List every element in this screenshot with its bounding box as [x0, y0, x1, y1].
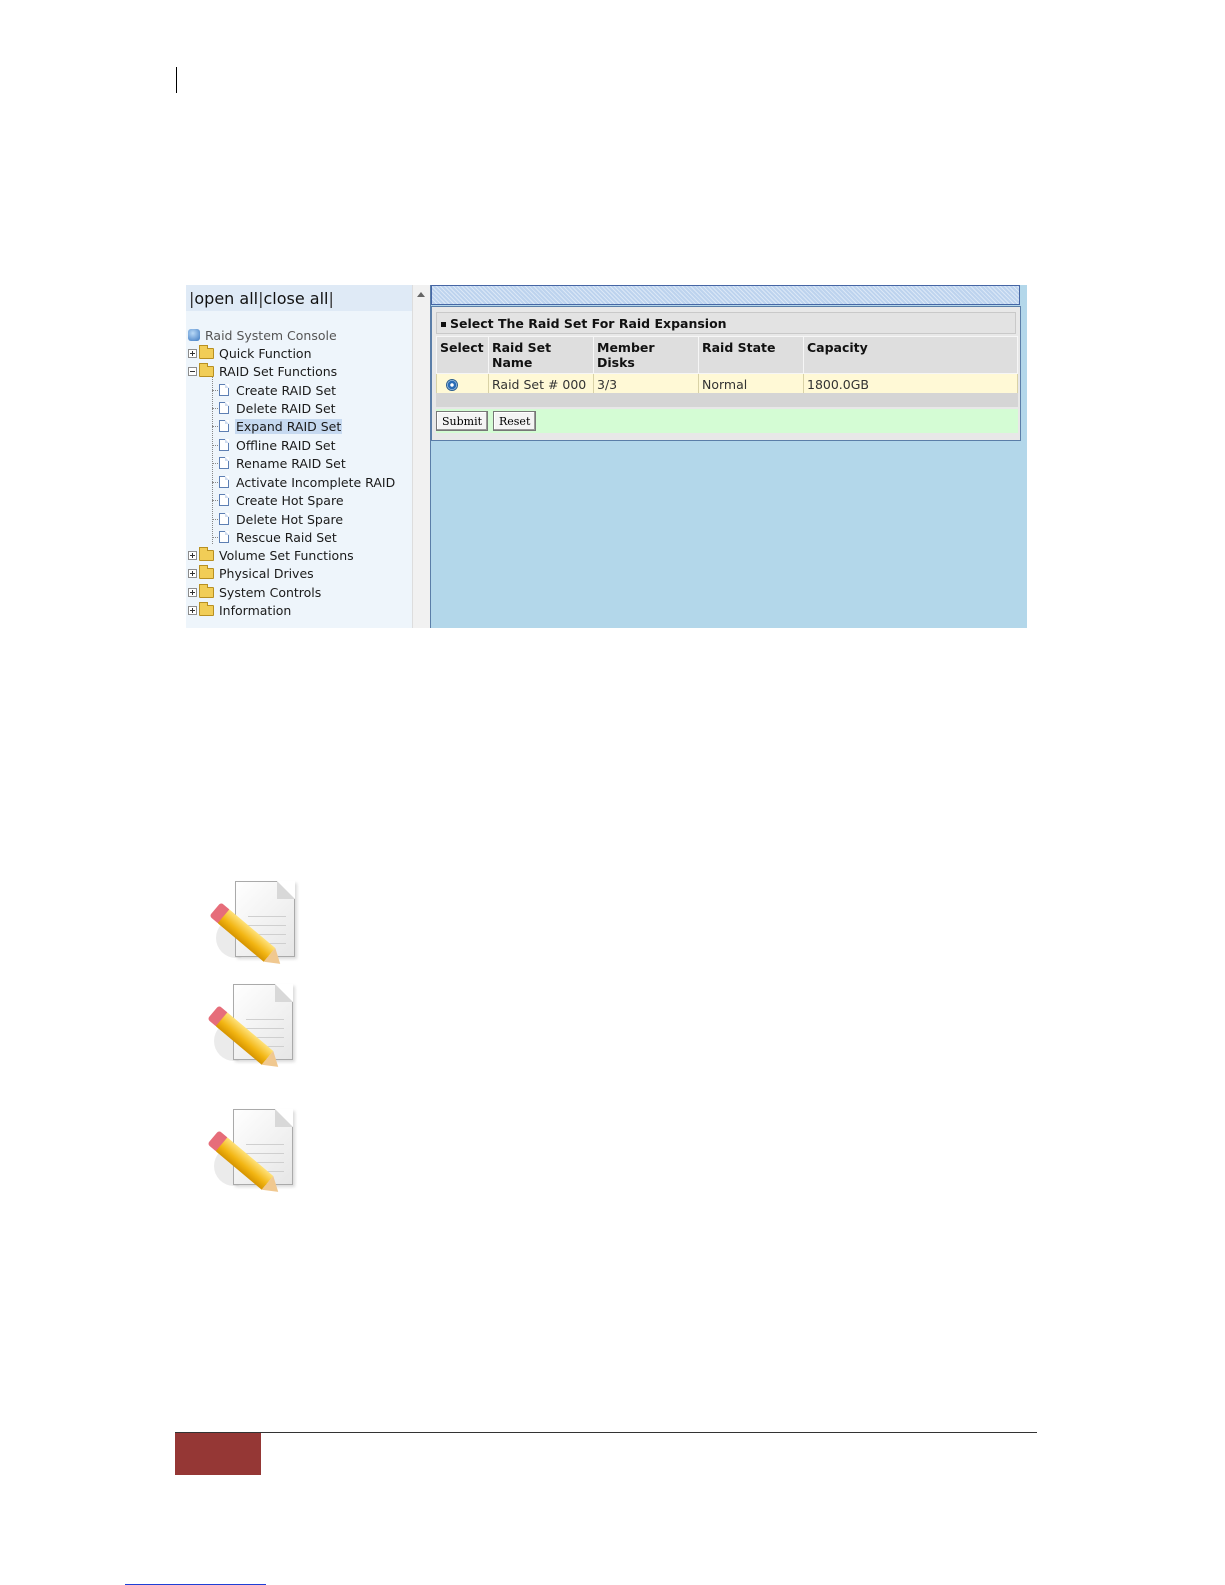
- header-rule: [176, 67, 177, 93]
- close-all-link[interactable]: close all: [264, 289, 329, 308]
- tree-item-system-controls[interactable]: System Controls: [188, 583, 322, 600]
- tree-item-quick-function[interactable]: Quick Function: [188, 344, 313, 361]
- document-icon: [219, 513, 229, 525]
- folder-icon: [199, 583, 214, 598]
- folder-icon: [199, 546, 214, 561]
- navigation-tree-pane: | open all | close all | Raid System Con…: [186, 285, 412, 628]
- tree-item-label: Information: [219, 602, 292, 618]
- tree-item-label: Rename RAID Set: [236, 455, 346, 471]
- tree-item-label: Offline RAID Set: [236, 437, 336, 453]
- document-icon: [219, 476, 229, 488]
- folder-open-icon: [199, 362, 214, 377]
- table-spacer: [436, 393, 1018, 407]
- tree-item-label: Create RAID Set: [236, 382, 337, 398]
- tree-item-rename-raid-set[interactable]: Rename RAID Set: [219, 455, 347, 471]
- tree-item-delete-hot-spare[interactable]: Delete Hot Spare: [219, 511, 344, 527]
- expand-plus-icon[interactable]: [188, 587, 197, 597]
- folder-icon: [199, 344, 214, 359]
- tree-root-label: Raid System Console: [205, 327, 337, 343]
- raid-console-screenshot: | open all | close all | Raid System Con…: [186, 285, 1027, 628]
- tree-item-create-raid-set[interactable]: Create RAID Set: [219, 382, 337, 398]
- content-banner: [431, 285, 1020, 305]
- reset-button[interactable]: Reset: [493, 411, 537, 431]
- tree-item-label: Delete Hot Spare: [236, 511, 344, 527]
- tree-item-delete-raid-set[interactable]: Delete RAID Set: [219, 400, 337, 416]
- tree-toolbar: | open all | close all |: [186, 285, 412, 311]
- document-icon: [219, 402, 229, 414]
- tree-item-activate-incomplete-raid[interactable]: Activate Incomplete RAID: [219, 474, 396, 490]
- content-pane: Select The Raid Set For Raid Expansion S…: [430, 285, 1027, 628]
- tree-item-offline-raid-set[interactable]: Offline RAID Set: [219, 437, 337, 453]
- column-header-capacity: Capacity: [803, 336, 1018, 374]
- tree-item-volume-set-functions[interactable]: Volume Set Functions: [188, 546, 355, 563]
- column-header-raid-state: Raid State: [698, 336, 804, 374]
- document-icon: [219, 457, 229, 469]
- footer-rule: [175, 1432, 1037, 1433]
- folder-icon: [199, 564, 214, 579]
- column-header-member-disks: Member Disks: [593, 336, 699, 374]
- tree-item-label: Volume Set Functions: [219, 547, 354, 563]
- separator: |: [328, 288, 334, 308]
- button-row: Submit Reset: [436, 409, 1018, 433]
- expand-plus-icon[interactable]: [188, 605, 197, 615]
- tree-item-label: Delete RAID Set: [236, 400, 336, 416]
- expand-plus-icon[interactable]: [188, 550, 197, 560]
- note-pencil-icon: [208, 981, 300, 1065]
- document-icon: [219, 384, 229, 396]
- tree-item-label: RAID Set Functions: [219, 363, 338, 379]
- tree-connector: [212, 368, 213, 544]
- tree-item-expand-raid-set[interactable]: Expand RAID Set: [219, 418, 343, 434]
- expand-plus-icon[interactable]: [188, 348, 197, 358]
- document-icon: [219, 531, 229, 543]
- footer-page-block: [175, 1433, 261, 1475]
- tree-item-create-hot-spare[interactable]: Create Hot Spare: [219, 492, 345, 508]
- tree-item-label: Create Hot Spare: [236, 492, 344, 508]
- document-icon: [219, 439, 229, 451]
- tree-item-raid-set-functions[interactable]: RAID Set Functions: [188, 362, 338, 379]
- document-icon: [219, 494, 229, 506]
- tree-item-label-selected: Expand RAID Set: [235, 418, 343, 434]
- tree-item-physical-drives[interactable]: Physical Drives: [188, 564, 315, 581]
- tree-item-rescue-raid-set[interactable]: Rescue Raid Set: [219, 529, 338, 545]
- expand-plus-icon[interactable]: [188, 568, 197, 578]
- tree-item-label: Activate Incomplete RAID: [236, 474, 396, 490]
- tree-item-label: System Controls: [219, 584, 322, 600]
- note-pencil-icon: [210, 878, 302, 962]
- collapse-minus-icon[interactable]: [188, 366, 197, 376]
- tree-item-label: Physical Drives: [219, 565, 314, 581]
- open-all-link[interactable]: open all: [194, 289, 258, 308]
- bullet-square-icon: [441, 322, 446, 327]
- submit-button[interactable]: Submit: [436, 411, 489, 431]
- raid-expansion-panel: Select The Raid Set For Raid Expansion S…: [431, 306, 1021, 441]
- tree-root[interactable]: Raid System Console: [188, 327, 338, 343]
- tree-item-information[interactable]: Information: [188, 601, 292, 618]
- raid-set-table: Select Raid Set Name Member Disks Raid S…: [436, 336, 1018, 396]
- panel-title-text: Select The Raid Set For Raid Expansion: [450, 315, 727, 331]
- panel-title: Select The Raid Set For Raid Expansion: [436, 312, 1016, 334]
- monitor-icon: [188, 329, 200, 341]
- note-pencil-icon: [208, 1106, 300, 1190]
- column-header-raid-set-name: Raid Set Name: [488, 336, 594, 374]
- column-header-select: Select: [436, 336, 489, 374]
- raid-set-radio-button[interactable]: [446, 378, 458, 391]
- tree-scrollbar[interactable]: [412, 285, 431, 628]
- tree-item-label: Quick Function: [219, 345, 312, 361]
- scroll-up-arrow-icon[interactable]: [417, 292, 425, 297]
- document-icon: [219, 420, 229, 432]
- table-header-row: Select Raid Set Name Member Disks Raid S…: [436, 336, 1018, 374]
- folder-icon: [199, 601, 214, 616]
- tree-item-label: Rescue Raid Set: [236, 529, 337, 545]
